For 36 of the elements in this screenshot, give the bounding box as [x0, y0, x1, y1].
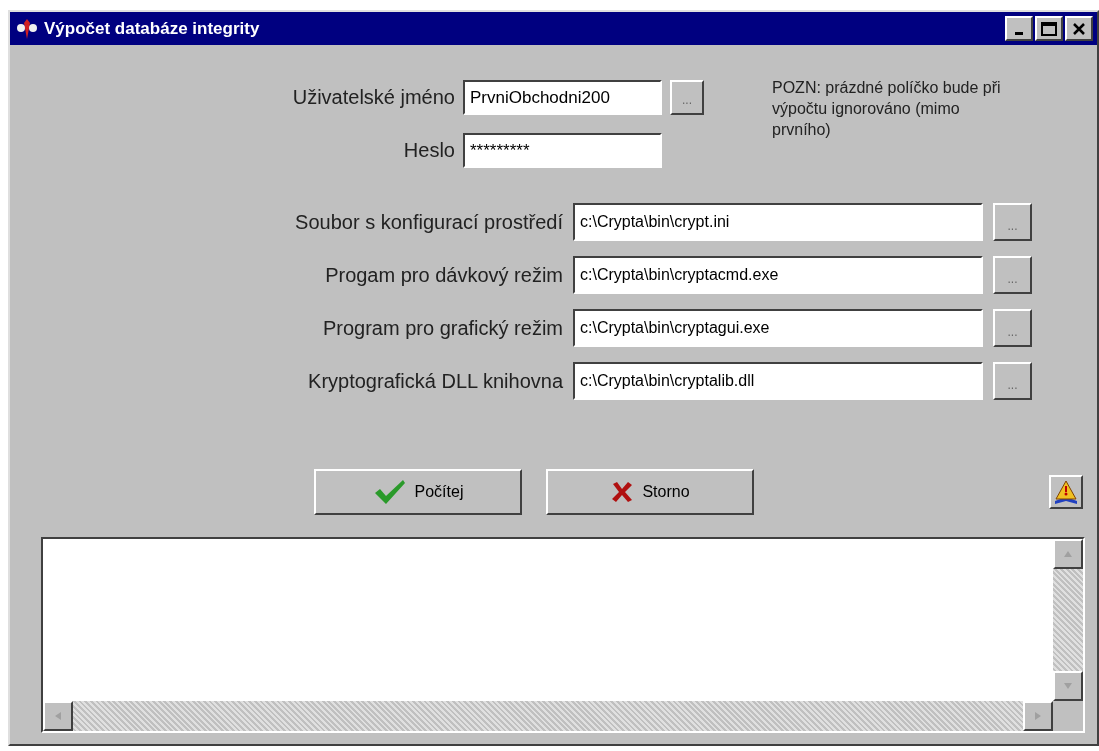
scrollbar-corner [1053, 701, 1083, 731]
field-label: Progam pro dávkový režim [324, 263, 563, 287]
field-label: Soubor s konfigurací prostředí [294, 210, 563, 234]
minimize-icon [1015, 32, 1023, 35]
arrow-icon [1033, 711, 1043, 721]
cancel-button[interactable]: Storno [546, 469, 754, 515]
field-label: Heslo [402, 139, 455, 162]
input-field[interactable]: c:\Crypta\bin\cryptalib.dll [573, 362, 983, 400]
vertical-scrollbar[interactable] [1053, 539, 1083, 701]
maximize-button[interactable] [1035, 16, 1063, 41]
close-icon [1072, 21, 1086, 36]
field-label: Kryptografická DLL knihovna [307, 369, 563, 393]
input-field[interactable]: ********* [463, 133, 662, 168]
scroll-up-button[interactable] [1053, 539, 1083, 569]
compute-button[interactable]: Počítej [314, 469, 522, 515]
window-title: Výpočet databáze integrity [44, 18, 261, 39]
input-field[interactable]: PrvniObchodni200 [463, 80, 662, 115]
horizontal-scrollbar[interactable] [43, 701, 1053, 731]
minimize-button[interactable] [1005, 16, 1033, 41]
input-field[interactable]: c:\Crypta\bin\cryptagui.exe [573, 309, 983, 347]
scroll-right-button[interactable] [1023, 701, 1053, 731]
maximize-icon [1041, 21, 1057, 36]
field-label: Uživatelské jméno [291, 86, 455, 109]
note-text: POZN: prázdné políčko bude při výpočtu ignorováno (mimo prvního) [772, 78, 1002, 140]
field-label: Program pro grafický režim [321, 316, 563, 340]
arrow-icon [53, 711, 63, 721]
cross-icon [610, 480, 635, 504]
close-button[interactable] [1065, 16, 1093, 41]
app-icon [16, 18, 38, 39]
scroll-left-button[interactable] [43, 701, 73, 731]
input-field[interactable]: c:\Crypta\bin\crypt.ini [573, 203, 983, 241]
help-button[interactable] [1049, 475, 1083, 509]
input-field[interactable]: c:\Crypta\bin\cryptacmd.exe [573, 256, 983, 294]
arrow-icon [1063, 681, 1073, 691]
scroll-down-button[interactable] [1053, 671, 1083, 701]
arrow-icon [1063, 549, 1073, 559]
